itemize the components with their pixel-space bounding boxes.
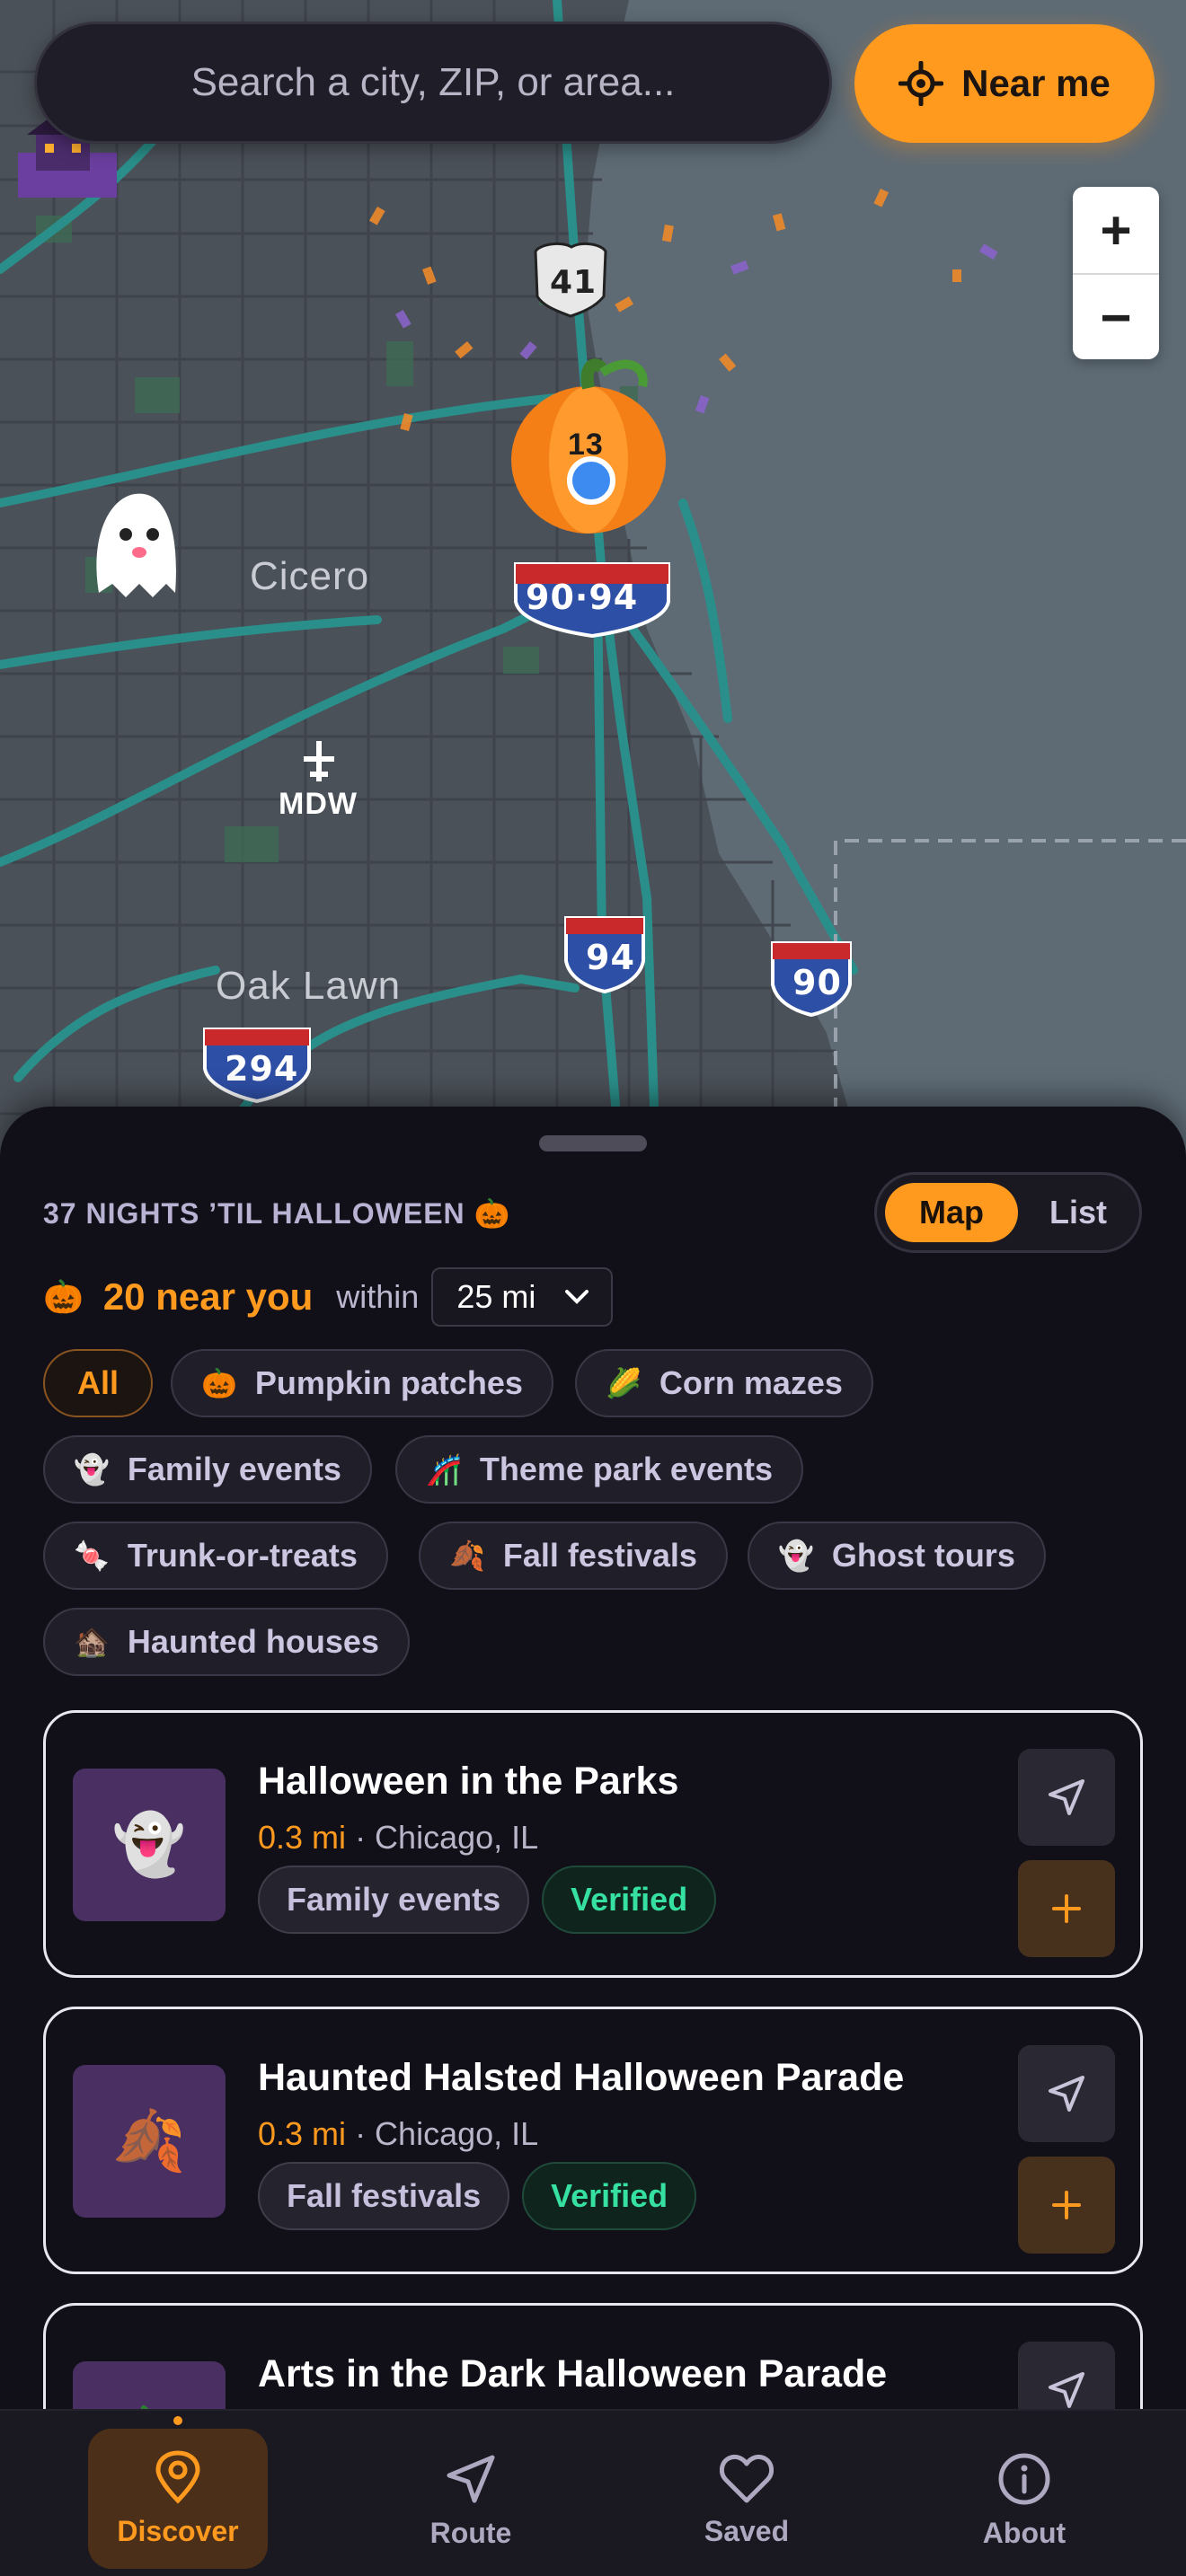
navigation-arrow-icon [1049, 2372, 1084, 2408]
event-meta: 0.3 mi · Chicago, IL [258, 2115, 538, 2153]
halloween-countdown: 37 NIGHTS ’TIL HALLOWEEN 🎃 [43, 1197, 511, 1230]
directions-button[interactable] [1018, 2045, 1115, 2142]
corn-icon: 🌽 [606, 1367, 642, 1399]
chip-label: Corn mazes [659, 1364, 843, 1401]
event-location: · Chicago, IL [355, 2115, 539, 2152]
tab-label: Route [429, 2516, 512, 2549]
chip-trunk-or-treats[interactable]: 🍬 Trunk-or-treats [43, 1522, 388, 1590]
event-card[interactable]: 🍂 Haunted Halsted Halloween Parade 0.3 m… [43, 2007, 1143, 2274]
search-input[interactable] [37, 24, 829, 141]
i94-label: 94 [586, 938, 635, 977]
info-icon [998, 2453, 1050, 2504]
list-view-option[interactable]: List [1021, 1183, 1136, 1242]
i9094-label: 90·94 [526, 578, 639, 617]
chip-all[interactable]: All [43, 1349, 153, 1417]
category-tag: Fall festivals [258, 2162, 510, 2230]
verified-badge: Verified [542, 1866, 717, 1934]
plus-icon [1052, 1894, 1081, 1923]
near-count: 20 near you [102, 1275, 314, 1318]
i294-label: 294 [225, 1049, 299, 1089]
navigation-arrow-icon [447, 2455, 495, 2502]
radius-select[interactable]: 25 mi [431, 1267, 614, 1327]
search-bar[interactable] [34, 22, 832, 144]
event-title: Arts in the Dark Halloween Parade [258, 2352, 888, 2395]
chip-label: Haunted houses [127, 1623, 379, 1660]
navigation-arrow-icon [1049, 1779, 1084, 1815]
haunted-house-icon: 🏚️ [74, 1626, 110, 1658]
zoom-in-button[interactable]: + [1073, 187, 1159, 273]
tab-discover[interactable]: Discover [88, 2429, 268, 2569]
active-indicator [173, 2416, 182, 2425]
pumpkin-icon: 🎃 [43, 1278, 84, 1315]
event-meta: 0.3 mi · Chicago, IL [258, 1819, 538, 1857]
event-tags: Family events Verified [258, 1866, 717, 1934]
pumpkin-count: 13 [568, 428, 604, 462]
within-label: within [336, 1278, 420, 1315]
near-me-button[interactable]: Near me [854, 24, 1155, 143]
chip-pumpkin-patches[interactable]: 🎃 Pumpkin patches [171, 1349, 553, 1417]
i90-label: 90 [792, 963, 842, 1002]
leaf-icon: 🍂 [449, 1539, 485, 1572]
navigation-arrow-icon [1049, 2076, 1084, 2112]
chip-label: Pumpkin patches [254, 1364, 523, 1401]
chip-corn-mazes[interactable]: 🌽 Corn mazes [575, 1349, 873, 1417]
ghost-icon: 👻 [778, 1539, 814, 1572]
chip-family-events[interactable]: 👻 Family events [43, 1435, 372, 1504]
roller-coaster-icon: 🎢 [426, 1453, 462, 1486]
chip-label: All [76, 1364, 119, 1401]
chip-label: Theme park events [479, 1451, 773, 1487]
tab-about[interactable]: About [934, 2429, 1114, 2572]
near-you-row: 🎃 20 near you within 25 mi [43, 1266, 614, 1328]
near-me-label: Near me [961, 62, 1111, 104]
event-card[interactable]: 👻 Halloween in the Parks 0.3 mi · Chicag… [43, 1710, 1143, 1978]
tab-label: About [982, 2516, 1067, 2549]
category-tag: Family events [258, 1866, 530, 1934]
zoom-controls: + − [1073, 187, 1159, 359]
bottom-sheet: 37 NIGHTS ’TIL HALLOWEEN 🎃 Map List 🎃 20… [0, 1107, 1186, 2571]
event-location: · Chicago, IL [355, 1819, 539, 1856]
add-to-route-button[interactable] [1018, 2157, 1115, 2254]
place-label-oak-lawn: Oak Lawn [216, 964, 402, 1008]
chip-label: Family events [127, 1451, 341, 1487]
tab-label: Discover [117, 2514, 239, 2547]
airport-label: MDW [279, 787, 358, 821]
chip-label: Ghost tours [831, 1537, 1015, 1574]
map-view-option[interactable]: Map [885, 1183, 1018, 1242]
map-pin-icon [155, 2449, 200, 2504]
event-thumbnail: 👻 [73, 1769, 226, 1921]
event-tags: Fall festivals Verified [258, 2162, 697, 2230]
tab-route[interactable]: Route [381, 2429, 561, 2572]
chip-label: Fall festivals [502, 1537, 697, 1574]
chevron-down-icon [565, 1290, 589, 1304]
us41-label: 41 [550, 264, 597, 301]
zoom-out-button[interactable]: − [1073, 273, 1159, 359]
tab-saved[interactable]: Saved [657, 2429, 836, 2572]
event-title: Haunted Halsted Halloween Parade [258, 2056, 905, 2099]
chip-ghost-tours[interactable]: 👻 Ghost tours [748, 1522, 1046, 1590]
sheet-handle[interactable] [539, 1135, 647, 1151]
event-title: Halloween in the Parks [258, 1760, 679, 1803]
radius-value: 25 mi [456, 1278, 536, 1315]
view-toggle: Map List [874, 1172, 1142, 1253]
candy-icon: 🍬 [74, 1539, 110, 1572]
add-to-route-button[interactable] [1018, 1860, 1115, 1957]
tab-bar: Discover Route Saved About [0, 2409, 1186, 2576]
directions-button[interactable] [1018, 1749, 1115, 1846]
tab-label: Saved [704, 2514, 790, 2547]
ghost-icon: 👻 [74, 1453, 110, 1486]
event-thumbnail: 🍂 [73, 2065, 226, 2218]
place-label-cicero: Cicero [250, 554, 370, 598]
plus-icon [1052, 2191, 1081, 2219]
chip-haunted-houses[interactable]: 🏚️ Haunted houses [43, 1608, 410, 1676]
locate-icon [898, 61, 944, 106]
pumpkin-icon: 🎃 [201, 1367, 237, 1399]
chip-fall-festivals[interactable]: 🍂 Fall festivals [419, 1522, 728, 1590]
map-view[interactable]: 41 90·94 94 90 294 13 Cicero Oak Lawn MD… [0, 0, 1186, 1159]
verified-badge: Verified [522, 2162, 697, 2230]
heart-icon [720, 2454, 774, 2502]
event-distance: 0.3 mi [258, 1819, 347, 1856]
chip-theme-park-events[interactable]: 🎢 Theme park events [395, 1435, 803, 1504]
event-distance: 0.3 mi [258, 2115, 347, 2152]
chip-label: Trunk-or-treats [127, 1537, 358, 1574]
